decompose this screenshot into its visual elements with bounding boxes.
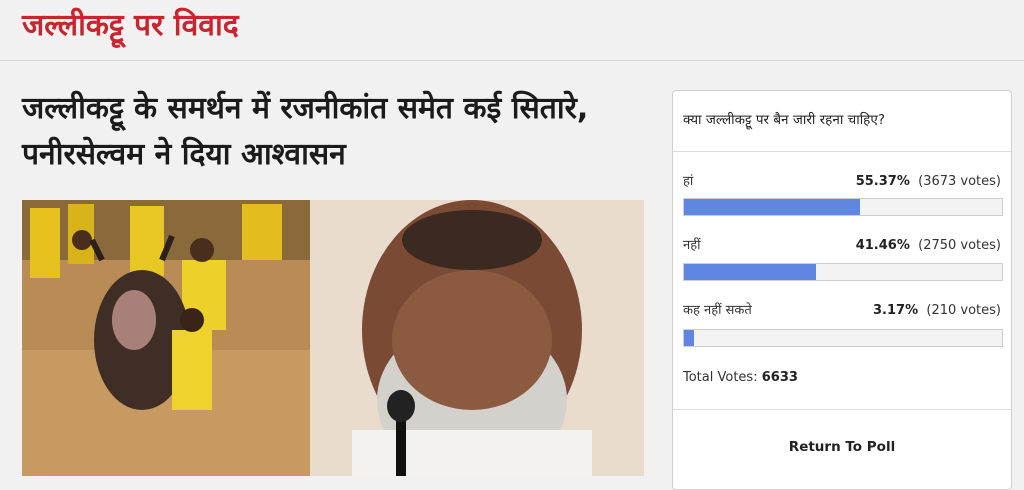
article-photo-illustration — [22, 200, 644, 476]
poll-option-label: हां — [683, 174, 694, 189]
poll-option-percent: 3.17% — [873, 303, 919, 318]
poll-option-votes: (210 votes) — [926, 303, 1001, 318]
poll-option-label: नहीं — [683, 238, 701, 253]
section-header: जल्लीकट्टू पर विवाद — [0, 0, 1024, 61]
poll-option-stat: 41.46% (2750 votes) — [856, 237, 1001, 255]
article-headline[interactable]: जल्लीकट्टू के समर्थन में रजनीकांत समेत क… — [22, 86, 652, 178]
article-photo[interactable] — [22, 200, 644, 476]
divider — [673, 151, 1011, 152]
return-to-poll-button[interactable]: Return To Poll — [673, 439, 1011, 455]
poll-option-stat: 55.37% (3673 votes) — [856, 173, 1001, 191]
poll-option-percent: 41.46% — [855, 238, 910, 253]
poll-option-label: कह नहीं सकते — [683, 303, 752, 318]
poll-option-bar — [683, 198, 1003, 216]
poll-option-votes: (2750 votes) — [918, 238, 1001, 253]
poll-option-votes: (3673 votes) — [918, 174, 1001, 189]
poll-total-value: 6633 — [761, 370, 798, 385]
poll-option-bar-fill — [684, 264, 816, 280]
poll-option-bar-fill — [684, 330, 695, 346]
poll-option-bar — [683, 263, 1003, 281]
poll-total-label: Total Votes: — [683, 370, 758, 385]
poll-option-stat: 3.17% (210 votes) — [873, 302, 1001, 320]
poll-widget: क्या जल्लीकट्टू पर बैन जारी रहना चाहिए? … — [672, 90, 1012, 490]
poll-option-percent: 55.37% — [855, 174, 910, 189]
divider — [673, 409, 1011, 410]
poll-question: क्या जल्लीकट्टू पर बैन जारी रहना चाहिए? — [683, 112, 885, 128]
section-title[interactable]: जल्लीकट्टू पर विवाद — [22, 6, 239, 46]
poll-option-bar — [683, 329, 1003, 347]
poll-total-votes: Total Votes: 6633 — [683, 370, 798, 385]
poll-option-bar-fill — [684, 199, 861, 215]
